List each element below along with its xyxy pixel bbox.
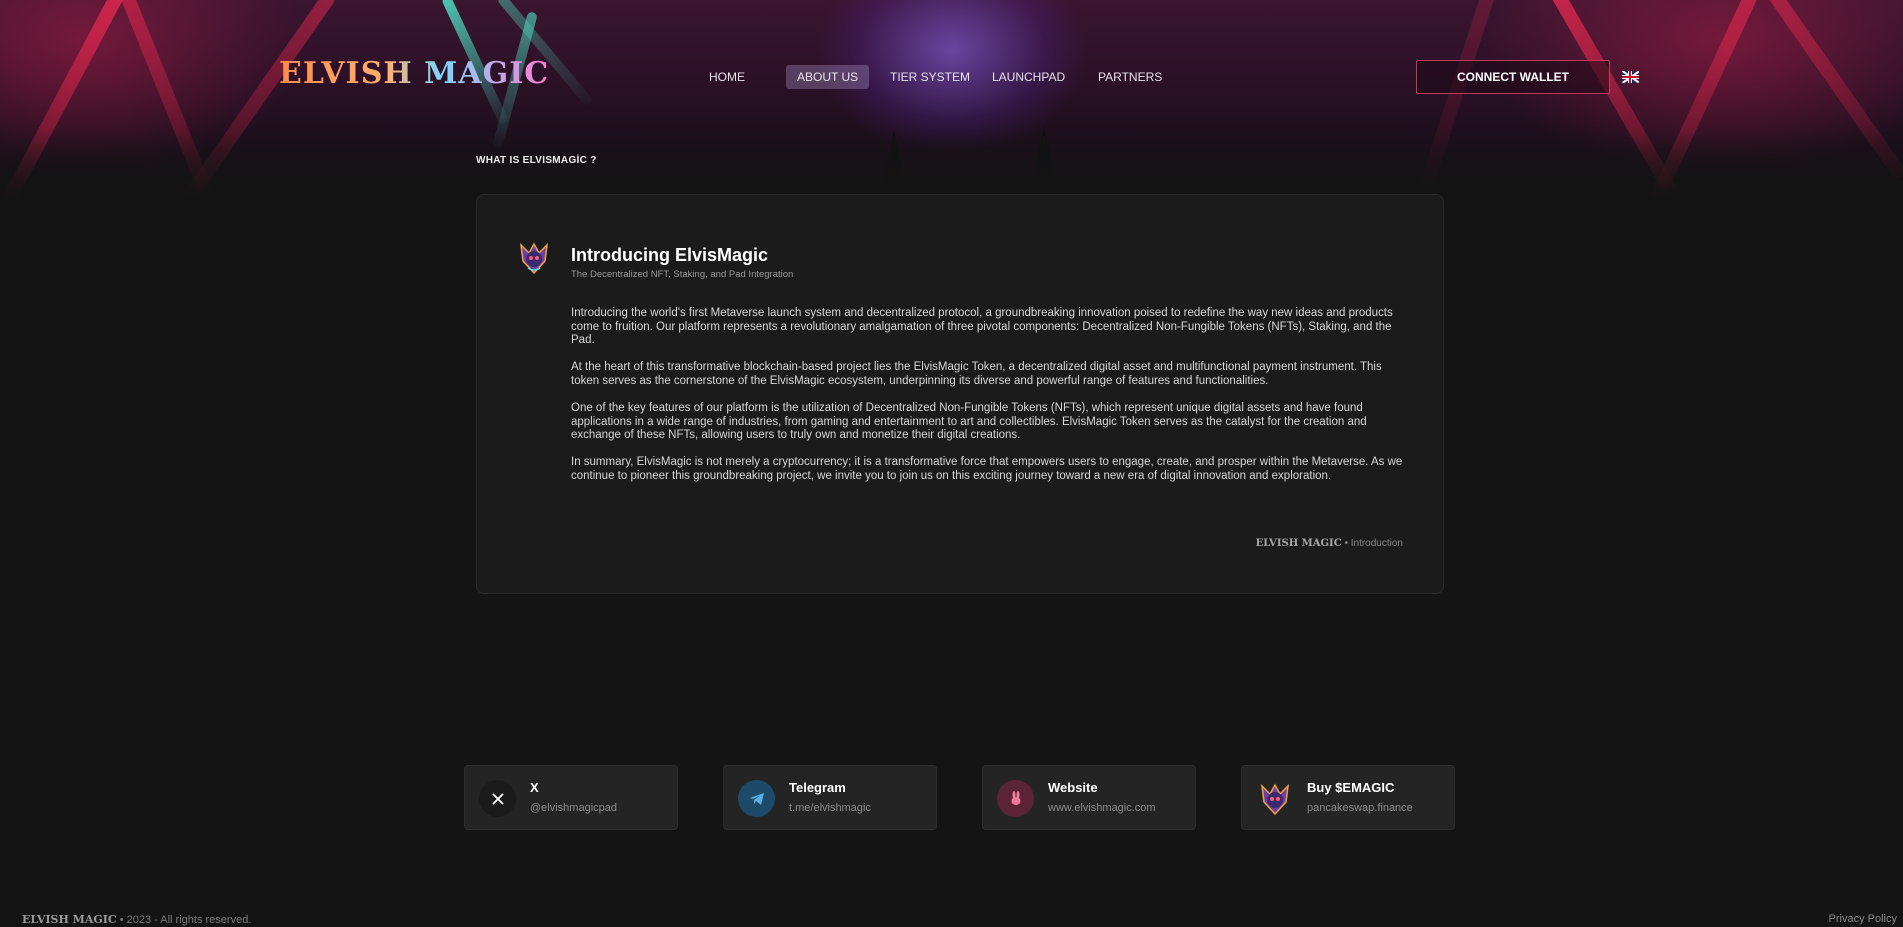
footer-logo: ELVISH MAGIC: [22, 913, 117, 926]
nav-home[interactable]: HOME: [698, 65, 756, 89]
intro-footer: ELVISH MAGIC • Introduction: [1256, 538, 1403, 549]
social-card-telegram[interactable]: Telegram t.me/elvishmagic: [723, 765, 937, 830]
nav-about-us[interactable]: ABOUT US: [786, 65, 870, 89]
intro-body: Introducing the world's first Metaverse …: [571, 307, 1407, 497]
x-icon: [479, 780, 516, 817]
intro-paragraph: In summary, ElvisMagic is not merely a c…: [571, 456, 1403, 482]
mascot-icon: [1256, 780, 1293, 817]
hero-background: [0, 0, 1903, 200]
intro-subtitle: The Decentralized NFT, Staking, and Pad …: [571, 269, 794, 280]
social-card-buy[interactable]: Buy $EMAGIC pancakeswap.finance: [1241, 765, 1455, 830]
social-handle: @elvishmagicpad: [530, 802, 617, 814]
footer-brand-logo: ELVISH MAGIC: [1255, 538, 1342, 549]
social-title: Buy $EMAGIC: [1307, 780, 1395, 795]
copyright: ELVISH MAGIC • 2023 - All rights reserve…: [22, 913, 251, 926]
intro-title: Introducing ElvisMagic: [571, 245, 769, 265]
globe-rabbit-icon: [997, 780, 1034, 817]
social-card-website[interactable]: Website www.elvishmagic.com: [982, 765, 1196, 830]
nav-tier-system[interactable]: TIER SYSTEM: [879, 65, 981, 89]
section-label: WHAT IS ELVISMAGİC ?: [476, 155, 597, 166]
intro-paragraph: One of the key features of our platform …: [571, 401, 1367, 442]
nav-partners[interactable]: PARTNERS: [1087, 65, 1173, 89]
telegram-icon: [738, 780, 775, 817]
social-handle: www.elvishmagic.com: [1048, 802, 1156, 814]
social-title: X: [530, 780, 539, 795]
copyright-text: • 2023 - All rights reserved.: [119, 914, 252, 926]
social-card-x[interactable]: X @elvishmagicpad: [464, 765, 678, 830]
mascot-icon: [517, 241, 551, 275]
intro-card: Introducing ElvisMagic The Decentralized…: [476, 194, 1444, 594]
privacy-policy-link[interactable]: Privacy Policy: [1829, 913, 1897, 925]
uk-flag-icon[interactable]: [1622, 71, 1639, 83]
social-title: Website: [1048, 780, 1098, 795]
social-title: Telegram: [789, 780, 846, 795]
intro-paragraph: At the heart of this transformative bloc…: [571, 361, 1382, 387]
intro-paragraph: Introducing the world's first Metaverse …: [571, 307, 1393, 347]
social-handle: pancakeswap.finance: [1307, 802, 1413, 814]
nav-launchpad[interactable]: LAUNCHPAD: [981, 65, 1076, 89]
footer-separator: •: [1344, 538, 1348, 549]
social-handle: t.me/elvishmagic: [789, 802, 871, 814]
connect-wallet-button[interactable]: CONNECT WALLET: [1416, 60, 1610, 94]
site-logo[interactable]: ELVISH MAGIC: [279, 56, 549, 91]
footer-section-label: Introduction: [1350, 538, 1403, 549]
